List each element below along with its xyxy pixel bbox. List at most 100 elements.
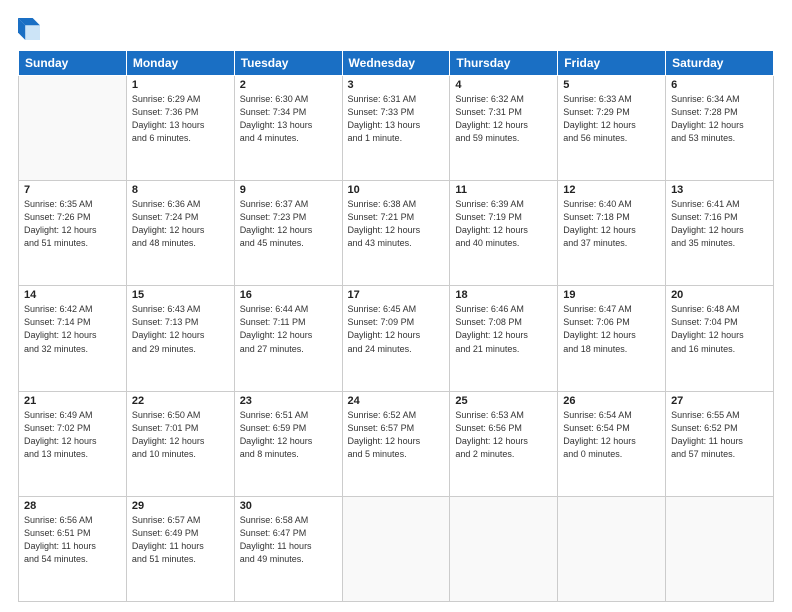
- calendar-cell: 20Sunrise: 6:48 AM Sunset: 7:04 PM Dayli…: [666, 286, 774, 391]
- day-info: Sunrise: 6:33 AM Sunset: 7:29 PM Dayligh…: [563, 93, 660, 145]
- day-info: Sunrise: 6:56 AM Sunset: 6:51 PM Dayligh…: [24, 514, 121, 566]
- weekday-header-friday: Friday: [558, 51, 666, 76]
- weekday-header-row: SundayMondayTuesdayWednesdayThursdayFrid…: [19, 51, 774, 76]
- day-number: 5: [563, 79, 660, 91]
- day-info: Sunrise: 6:45 AM Sunset: 7:09 PM Dayligh…: [348, 303, 445, 355]
- day-number: 18: [455, 289, 552, 301]
- day-number: 19: [563, 289, 660, 301]
- calendar-cell: 1 Sunrise: 6:29 AM Sunset: 7:36 PM Daylig…: [126, 76, 234, 181]
- calendar-cell: 19 Sunrise: 6:47 AM Sunset: 7:06 PM Dayli…: [558, 286, 666, 391]
- day-number: 27: [671, 395, 768, 407]
- day-info: Sunrise: 6:58 AM Sunset: 6:47 PM Dayligh…: [240, 514, 337, 566]
- day-number: 9: [240, 184, 337, 196]
- calendar-cell: 2 Sunrise: 6:30 AM Sunset: 7:34 PM Daylig…: [234, 76, 342, 181]
- day-number: 16: [240, 289, 337, 301]
- calendar-cell: 14 Sunrise: 6:42 AM Sunset: 7:14 PM Dayli…: [19, 286, 127, 391]
- calendar-cell: [450, 496, 558, 601]
- calendar-cell: [342, 496, 450, 601]
- day-info: Sunrise: 6:53 AM Sunset: 6:56 PM Dayligh…: [455, 409, 552, 461]
- day-info: Sunrise: 6:38 AM Sunset: 7:21 PM Dayligh…: [348, 198, 445, 250]
- day-info: Sunrise: 6:54 AM Sunset: 6:54 PM Dayligh…: [563, 409, 660, 461]
- calendar-cell: 12Sunrise: 6:40 AM Sunset: 7:18 PM Dayli…: [558, 181, 666, 286]
- calendar-cell: [558, 496, 666, 601]
- day-info: Sunrise: 6:55 AM Sunset: 6:52 PM Dayligh…: [671, 409, 768, 461]
- calendar-cell: [666, 496, 774, 601]
- day-number: 3: [348, 79, 445, 91]
- day-number: 17: [348, 289, 445, 301]
- day-info: Sunrise: 6:32 AM Sunset: 7:31 PM Dayligh…: [455, 93, 552, 145]
- day-info: Sunrise: 6:52 AM Sunset: 6:57 PM Dayligh…: [348, 409, 445, 461]
- header: [18, 18, 774, 40]
- calendar-cell: 22 Sunrise: 6:50 AM Sunset: 7:01 PM Dayli…: [126, 391, 234, 496]
- day-info: Sunrise: 6:47 AM Sunset: 7:06 PM Dayligh…: [563, 303, 660, 355]
- day-number: 10: [348, 184, 445, 196]
- day-info: Sunrise: 6:30 AM Sunset: 7:34 PM Dayligh…: [240, 93, 337, 145]
- calendar-cell: 15 Sunrise: 6:43 AM Sunset: 7:13 PM Dayli…: [126, 286, 234, 391]
- calendar-cell: 9 Sunrise: 6:37 AM Sunset: 7:23 PM Daylig…: [234, 181, 342, 286]
- calendar-cell: 26 Sunrise: 6:54 AM Sunset: 6:54 PM Dayli…: [558, 391, 666, 496]
- day-info: Sunrise: 6:39 AM Sunset: 7:19 PM Dayligh…: [455, 198, 552, 250]
- calendar-cell: 17 Sunrise: 6:45 AM Sunset: 7:09 PM Dayli…: [342, 286, 450, 391]
- day-number: 14: [24, 289, 121, 301]
- calendar-cell: 23 Sunrise: 6:51 AM Sunset: 6:59 PM Dayli…: [234, 391, 342, 496]
- day-number: 2: [240, 79, 337, 91]
- weekday-header-sunday: Sunday: [19, 51, 127, 76]
- day-number: 28: [24, 500, 121, 512]
- day-info: Sunrise: 6:50 AM Sunset: 7:01 PM Dayligh…: [132, 409, 229, 461]
- weekday-header-saturday: Saturday: [666, 51, 774, 76]
- calendar-cell: 13 Sunrise: 6:41 AM Sunset: 7:16 PM Dayli…: [666, 181, 774, 286]
- day-info: Sunrise: 6:36 AM Sunset: 7:24 PM Dayligh…: [132, 198, 229, 250]
- day-info: Sunrise: 6:34 AM Sunset: 7:28 PM Dayligh…: [671, 93, 768, 145]
- logo-icon: [18, 18, 40, 40]
- calendar-cell: 10 Sunrise: 6:38 AM Sunset: 7:21 PM Dayli…: [342, 181, 450, 286]
- day-number: 22: [132, 395, 229, 407]
- logo: [18, 18, 42, 40]
- calendar-cell: 6 Sunrise: 6:34 AM Sunset: 7:28 PM Daylig…: [666, 76, 774, 181]
- day-number: 6: [671, 79, 768, 91]
- day-info: Sunrise: 6:43 AM Sunset: 7:13 PM Dayligh…: [132, 303, 229, 355]
- calendar-cell: 30Sunrise: 6:58 AM Sunset: 6:47 PM Dayli…: [234, 496, 342, 601]
- day-number: 24: [348, 395, 445, 407]
- day-info: Sunrise: 6:57 AM Sunset: 6:49 PM Dayligh…: [132, 514, 229, 566]
- day-number: 7: [24, 184, 121, 196]
- day-number: 21: [24, 395, 121, 407]
- calendar-cell: 25 Sunrise: 6:53 AM Sunset: 6:56 PM Dayli…: [450, 391, 558, 496]
- calendar-cell: 29 Sunrise: 6:57 AM Sunset: 6:49 PM Dayli…: [126, 496, 234, 601]
- day-info: Sunrise: 6:46 AM Sunset: 7:08 PM Dayligh…: [455, 303, 552, 355]
- day-number: 25: [455, 395, 552, 407]
- day-info: Sunrise: 6:31 AM Sunset: 7:33 PM Dayligh…: [348, 93, 445, 145]
- week-row-2: 7 Sunrise: 6:35 AM Sunset: 7:26 PM Daylig…: [19, 181, 774, 286]
- calendar-cell: 5 Sunrise: 6:33 AM Sunset: 7:29 PM Daylig…: [558, 76, 666, 181]
- calendar-cell: 3 Sunrise: 6:31 AM Sunset: 7:33 PM Daylig…: [342, 76, 450, 181]
- day-info: Sunrise: 6:37 AM Sunset: 7:23 PM Dayligh…: [240, 198, 337, 250]
- day-info: Sunrise: 6:29 AM Sunset: 7:36 PM Dayligh…: [132, 93, 229, 145]
- week-row-5: 28 Sunrise: 6:56 AM Sunset: 6:51 PM Dayli…: [19, 496, 774, 601]
- weekday-header-tuesday: Tuesday: [234, 51, 342, 76]
- calendar-cell: 16 Sunrise: 6:44 AM Sunset: 7:11 PM Dayli…: [234, 286, 342, 391]
- day-number: 20: [671, 289, 768, 301]
- day-number: 1: [132, 79, 229, 91]
- calendar-cell: 28 Sunrise: 6:56 AM Sunset: 6:51 PM Dayli…: [19, 496, 127, 601]
- day-info: Sunrise: 6:42 AM Sunset: 7:14 PM Dayligh…: [24, 303, 121, 355]
- day-number: 4: [455, 79, 552, 91]
- calendar-cell: 7 Sunrise: 6:35 AM Sunset: 7:26 PM Daylig…: [19, 181, 127, 286]
- weekday-header-monday: Monday: [126, 51, 234, 76]
- calendar-cell: 4 Sunrise: 6:32 AM Sunset: 7:31 PM Daylig…: [450, 76, 558, 181]
- day-number: 23: [240, 395, 337, 407]
- day-info: Sunrise: 6:44 AM Sunset: 7:11 PM Dayligh…: [240, 303, 337, 355]
- day-number: 11: [455, 184, 552, 196]
- day-info: Sunrise: 6:51 AM Sunset: 6:59 PM Dayligh…: [240, 409, 337, 461]
- day-number: 8: [132, 184, 229, 196]
- day-number: 13: [671, 184, 768, 196]
- weekday-header-wednesday: Wednesday: [342, 51, 450, 76]
- calendar-cell: 27 Sunrise: 6:55 AM Sunset: 6:52 PM Dayli…: [666, 391, 774, 496]
- week-row-4: 21 Sunrise: 6:49 AM Sunset: 7:02 PM Dayli…: [19, 391, 774, 496]
- week-row-1: 1 Sunrise: 6:29 AM Sunset: 7:36 PM Daylig…: [19, 76, 774, 181]
- day-info: Sunrise: 6:41 AM Sunset: 7:16 PM Dayligh…: [671, 198, 768, 250]
- day-number: 29: [132, 500, 229, 512]
- page: SundayMondayTuesdayWednesdayThursdayFrid…: [0, 0, 792, 612]
- day-number: 15: [132, 289, 229, 301]
- day-info: Sunrise: 6:49 AM Sunset: 7:02 PM Dayligh…: [24, 409, 121, 461]
- day-info: Sunrise: 6:35 AM Sunset: 7:26 PM Dayligh…: [24, 198, 121, 250]
- day-number: 26: [563, 395, 660, 407]
